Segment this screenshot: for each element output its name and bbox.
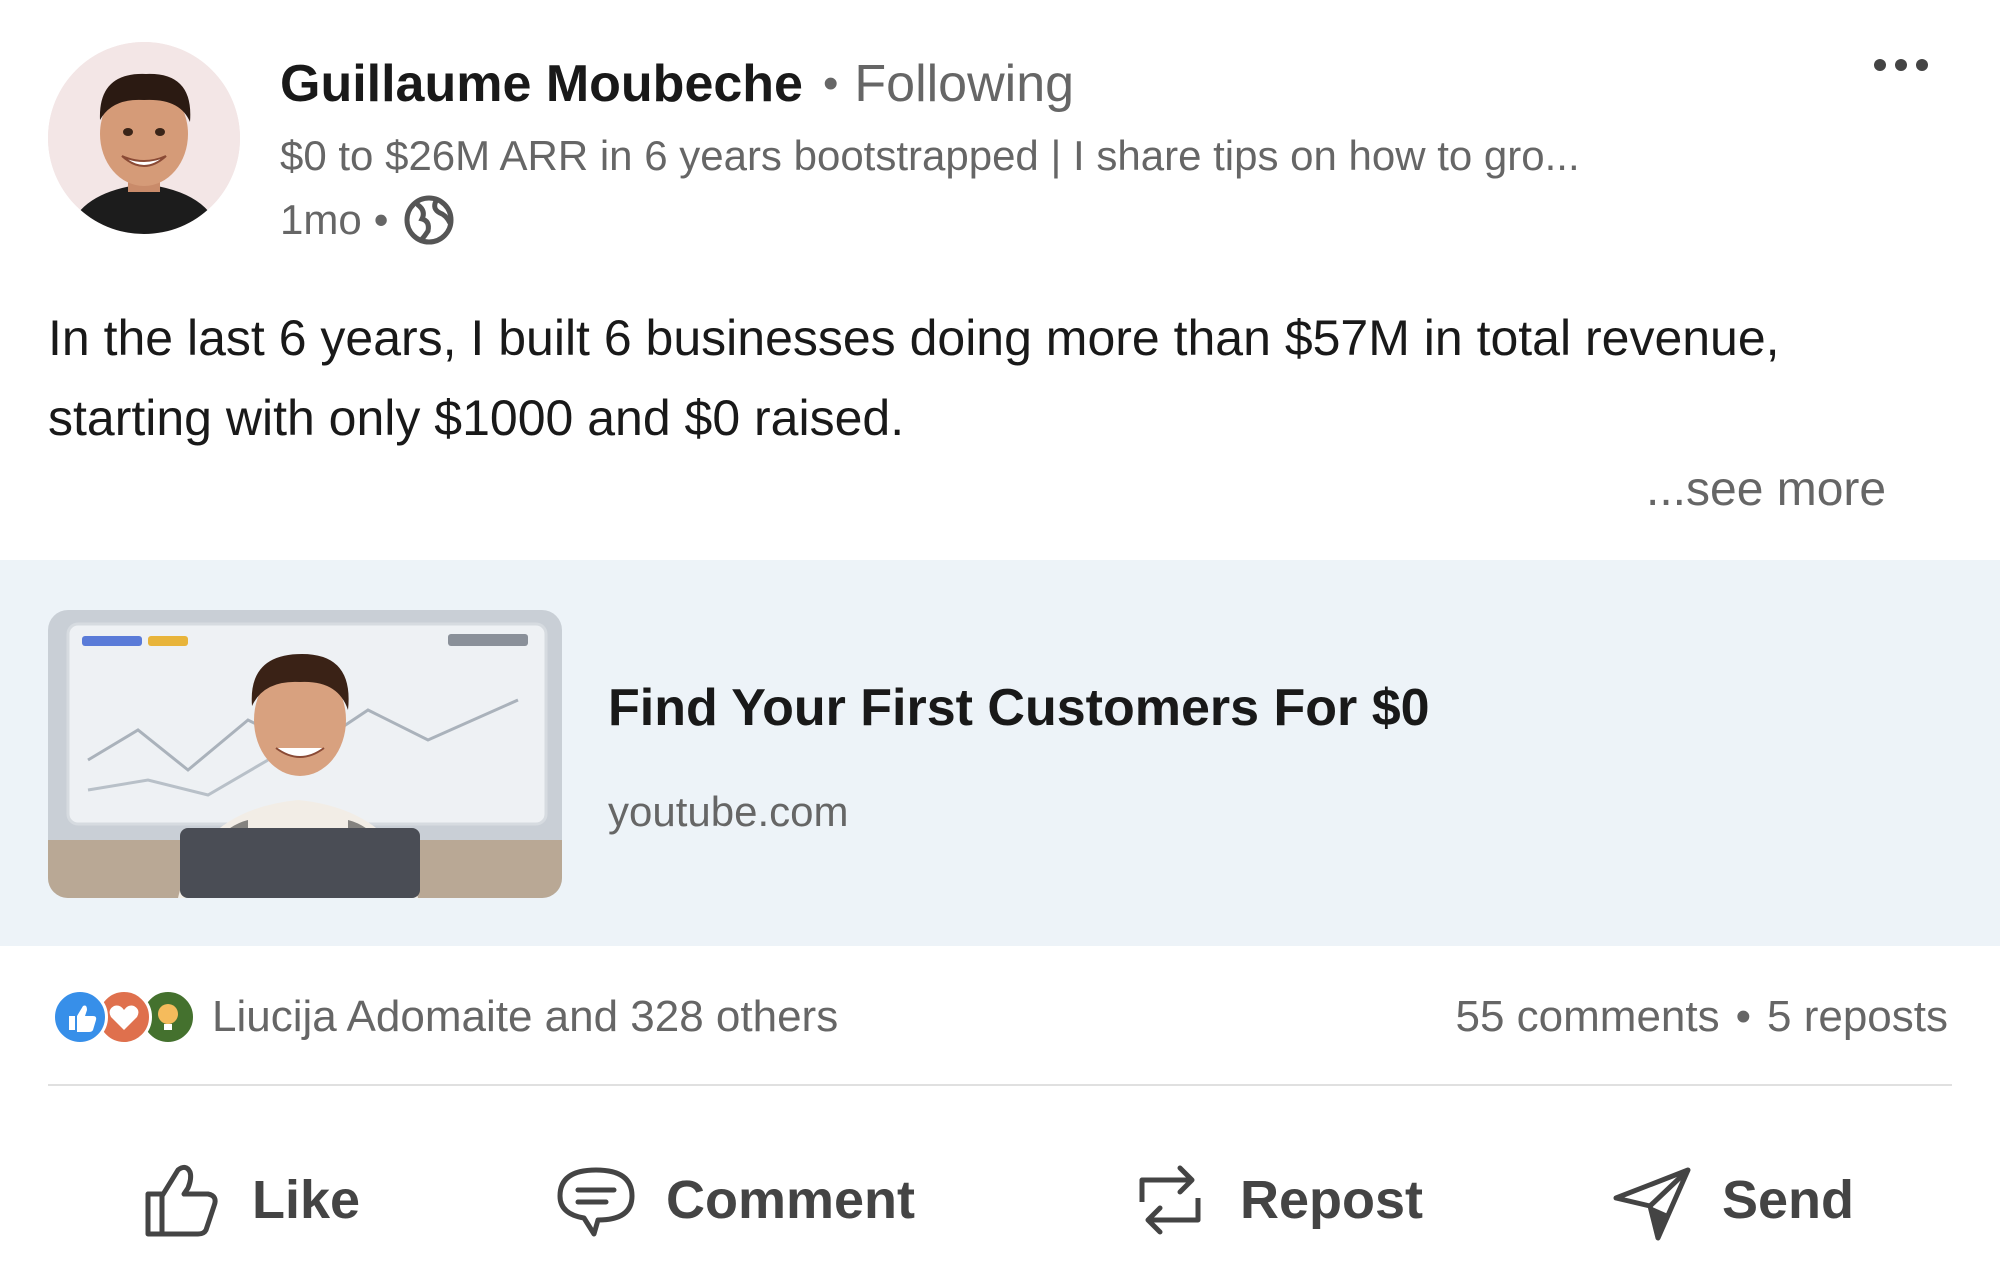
reposts-count[interactable]: 5 reposts [1767,992,1948,1042]
thumbs-up-icon [145,1164,218,1237]
comment-label: Comment [666,1170,916,1230]
post-meta: 1mo • [280,192,456,248]
like-button[interactable]: Like [140,1130,360,1263]
see-more-link[interactable]: ...see more [1646,462,1886,517]
reactions-label[interactable]: Liucija Adomaite and 328 others [212,992,838,1042]
comments-count[interactable]: 55 comments [1456,992,1720,1042]
author-name[interactable]: Guillaume Moubeche [280,54,803,114]
separator-dot: • [373,196,389,243]
repost-label: Repost [1240,1170,1424,1230]
comment-icon [557,1167,635,1237]
avatar-image [48,42,240,234]
link-preview-title[interactable]: Find Your First Customers For $0 [608,678,1430,738]
divider [48,1084,1952,1086]
follow-status: Following [854,55,1075,113]
author-avatar[interactable] [48,42,240,234]
send-icon [1613,1167,1691,1241]
more-options-button[interactable] [1866,40,1936,90]
post-body-text: In the last 6 years, I built 6 businesse… [48,310,1780,446]
repost-button[interactable]: Repost [1128,1130,1423,1263]
like-reaction-icon [52,989,108,1045]
repost-icon [1139,1165,1201,1235]
link-preview-card[interactable]: Find Your First Customers For $0 youtube… [0,560,2000,946]
link-preview-domain: youtube.com [608,788,849,835]
action-bar: Like Comment Repost Send [0,1130,2000,1263]
send-button[interactable]: Send [1610,1130,1854,1263]
engagement-counts: 55 comments • 5 reposts [1456,988,1949,1046]
separator-dot: • [1735,992,1752,1041]
author-line: Guillaume Moubeche • Following [280,52,1074,116]
send-label: Send [1722,1170,1855,1230]
video-thumbnail[interactable] [48,610,562,898]
separator-dot: • [822,59,839,108]
globe-icon [404,195,454,245]
author-headline: $0 to $26M ARR in 6 years bootstrapped |… [280,132,1580,179]
reactions-summary[interactable]: Liucija Adomaite and 328 others [52,988,838,1046]
like-label: Like [252,1170,361,1230]
ellipsis-icon [1874,59,1928,71]
post-time: 1mo [280,196,362,243]
video-thumbnail-image [48,610,562,898]
feed-post: Guillaume Moubeche • Following $0 to $26… [0,0,2000,1263]
comment-button[interactable]: Comment [554,1130,915,1263]
